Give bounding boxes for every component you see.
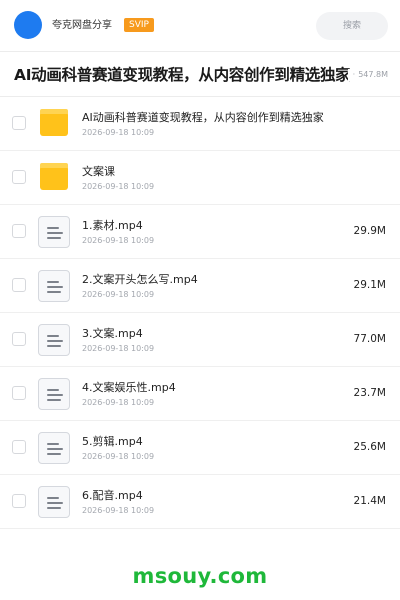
document-icon [38,378,70,410]
watermark-text: msouy.com [132,564,268,588]
file-row[interactable]: 4.文案娱乐性.mp4 2026-09-18 10:09 23.7M [0,367,400,421]
item-date: 2026-09-18 10:09 [82,128,155,137]
item-name[interactable]: 5.剪辑.mp4 [82,435,143,449]
file-row[interactable]: 1.素材.mp4 2026-09-18 10:09 29.9M [0,205,400,259]
footer: msouy.com [0,548,400,600]
row-checkbox[interactable] [12,116,26,130]
item-size: 23.7M [353,387,386,399]
file-row[interactable]: 6.配音.mp4 2026-09-18 10:09 21.4M [0,475,400,529]
item-name[interactable]: 6.配音.mp4 [82,489,143,503]
folder-row[interactable]: AI动画科普赛道变现教程，从内容创作到精选独家 2026-09-18 10:09 [0,97,400,151]
avatar[interactable] [14,11,42,39]
separator-dot: · [352,70,356,79]
item-date: 2026-09-18 10:09 [82,290,155,299]
item-name[interactable]: 文案课 [82,165,115,179]
item-size: 29.1M [353,279,386,291]
file-row[interactable]: 2.文案开头怎么写.mp4 2026-09-18 10:09 29.1M [0,259,400,313]
total-size: 547.8M [358,70,388,79]
row-checkbox[interactable] [12,494,26,508]
document-icon [38,270,70,302]
file-row[interactable]: 5.剪辑.mp4 2026-09-18 10:09 25.6M [0,421,400,475]
page-title: AI动画科普赛道变现教程，从内容创作到精选独家 [14,66,351,84]
item-date: 2026-09-18 10:09 [82,506,155,515]
row-checkbox[interactable] [12,278,26,292]
item-date: 2026-09-18 10:09 [82,398,155,407]
document-icon [38,216,70,248]
title-meta: · 547.8M [347,69,388,81]
document-icon [38,324,70,356]
search-input[interactable]: 搜索 [316,12,388,40]
svip-badge: SVIP [124,18,154,32]
item-date: 2026-09-18 10:09 [82,182,155,191]
title-bar: AI动画科普赛道变现教程，从内容创作到精选独家 · 547.8M [0,53,400,97]
item-date: 2026-09-18 10:09 [82,452,155,461]
folder-icon [38,162,70,194]
document-icon [38,432,70,464]
item-size: 25.6M [353,441,386,453]
item-size: 29.9M [353,225,386,237]
item-name[interactable]: 3.文案.mp4 [82,327,143,341]
row-checkbox[interactable] [12,224,26,238]
item-name[interactable]: 2.文案开头怎么写.mp4 [82,273,198,287]
row-checkbox[interactable] [12,386,26,400]
item-size: 77.0M [353,333,386,345]
item-date: 2026-09-18 10:09 [82,344,155,353]
item-date: 2026-09-18 10:09 [82,236,155,245]
item-name[interactable]: AI动画科普赛道变现教程，从内容创作到精选独家 [82,111,324,125]
file-row[interactable]: 3.文案.mp4 2026-09-18 10:09 77.0M [0,313,400,367]
item-name[interactable]: 1.素材.mp4 [82,219,143,233]
folder-icon [38,108,70,140]
file-list: AI动画科普赛道变现教程，从内容创作到精选独家 2026-09-18 10:09 文… [0,97,400,529]
share-header: 夸克网盘分享 SVIP 搜索 [0,0,400,52]
document-icon [38,486,70,518]
folder-row[interactable]: 文案课 2026-09-18 10:09 [0,151,400,205]
item-size: 21.4M [353,495,386,507]
row-checkbox[interactable] [12,332,26,346]
share-name: 夸克网盘分享 [52,20,112,31]
row-checkbox[interactable] [12,170,26,184]
item-name[interactable]: 4.文案娱乐性.mp4 [82,381,176,395]
row-checkbox[interactable] [12,440,26,454]
